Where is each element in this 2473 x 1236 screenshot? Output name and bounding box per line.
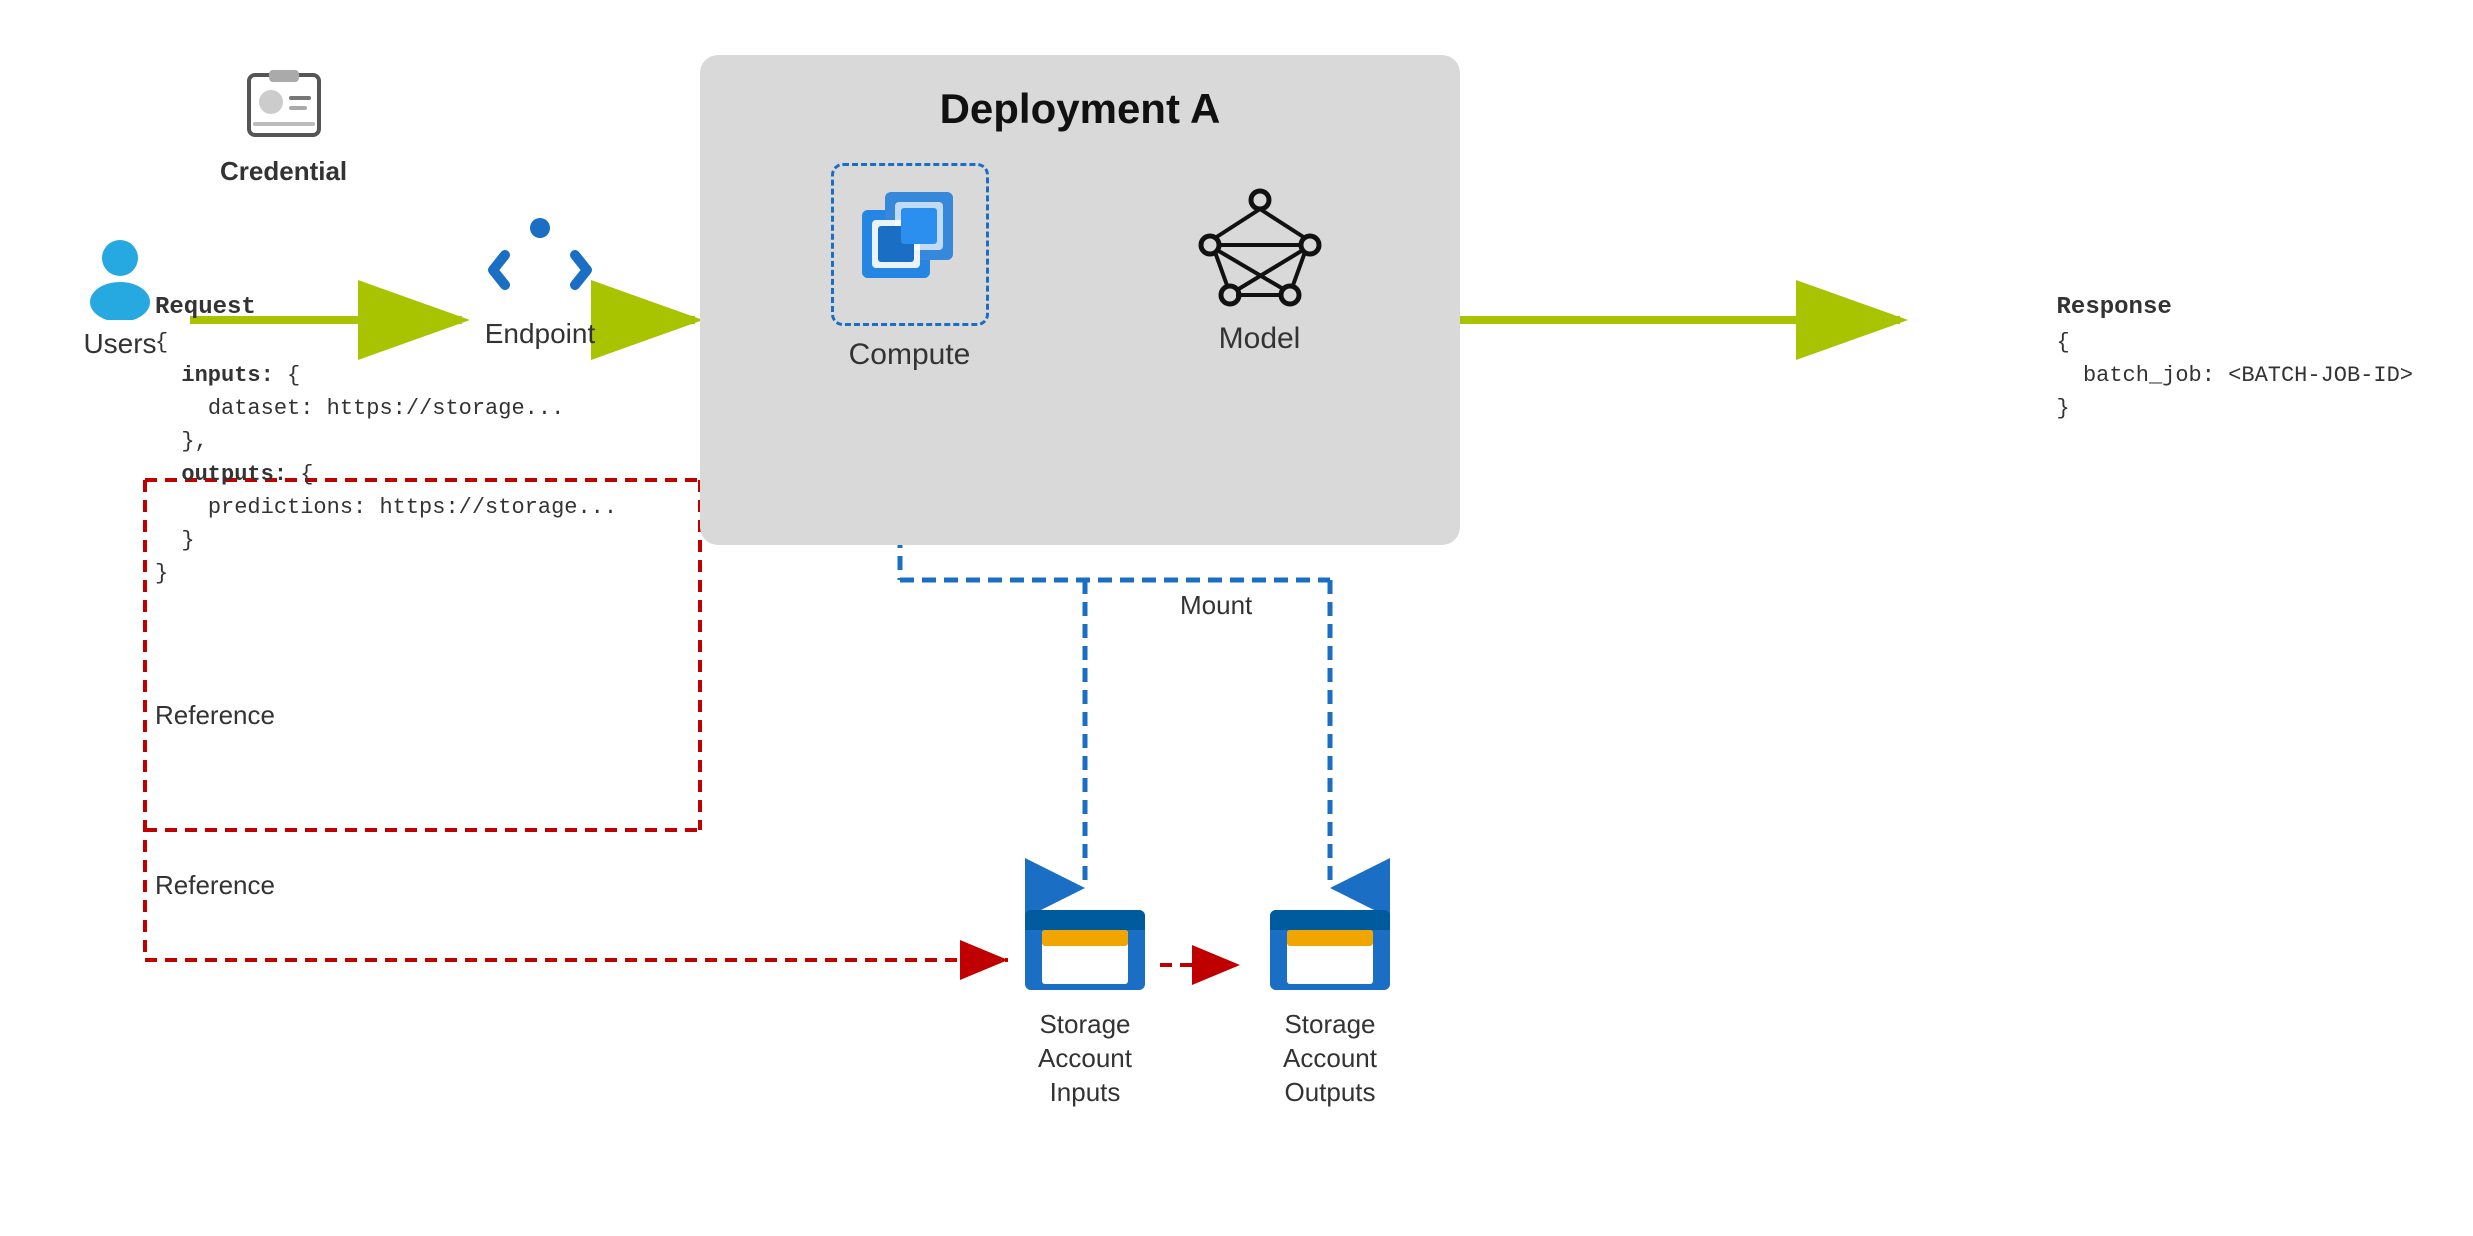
request-line2: inputs: { (155, 359, 617, 392)
response-line1: { (2057, 326, 2413, 359)
mount-label: Mount (1180, 590, 1252, 621)
request-line6: predictions: https://storage... (155, 491, 617, 524)
compute-icon-wrapper (831, 163, 989, 326)
request-line3: dataset: https://storage... (155, 392, 617, 425)
storage-inputs-section: Storage AccountInputs (1005, 890, 1165, 1109)
storage-inputs-icon (1020, 890, 1150, 1000)
storage-outputs-icon (1265, 890, 1395, 1000)
response-label: Response (2057, 290, 2413, 326)
reference-label-1: Reference (155, 700, 275, 731)
model-label: Model (1219, 322, 1301, 356)
credential-icon (239, 60, 329, 150)
request-line4: }, (155, 425, 617, 458)
credential-section: Credential (220, 60, 347, 187)
compute-icon (850, 182, 970, 302)
compute-section: Compute (831, 163, 989, 372)
storage-inputs-label: Storage AccountInputs (1005, 1008, 1165, 1109)
user-icon (75, 230, 165, 320)
deployment-title: Deployment A (730, 85, 1430, 133)
diagram-container: Users Credential Request { inputs: { dat… (0, 0, 2473, 1236)
endpoint-section: Endpoint (470, 200, 610, 350)
endpoint-label: Endpoint (485, 318, 596, 350)
model-section: Model (1190, 180, 1330, 356)
response-block: Response { batch_job: <BATCH-JOB-ID> } (2057, 290, 2413, 425)
storage-outputs-section: Storage AccountOutputs (1250, 890, 1410, 1109)
response-line3: } (2057, 392, 2413, 425)
storage-outputs-label: Storage AccountOutputs (1250, 1008, 1410, 1109)
reference-label-2: Reference (155, 870, 275, 901)
users-label: Users (83, 328, 156, 360)
request-line7: } (155, 524, 617, 557)
credential-label: Credential (220, 156, 347, 187)
deployment-box: Deployment A (700, 55, 1460, 545)
model-icon (1190, 180, 1330, 310)
endpoint-icon (485, 200, 595, 310)
response-line2: batch_job: <BATCH-JOB-ID> (2057, 359, 2413, 392)
request-line8: } (155, 557, 617, 590)
compute-label: Compute (849, 338, 971, 372)
request-line5: outputs: { (155, 458, 617, 491)
deployment-icons: Compute (730, 163, 1430, 372)
